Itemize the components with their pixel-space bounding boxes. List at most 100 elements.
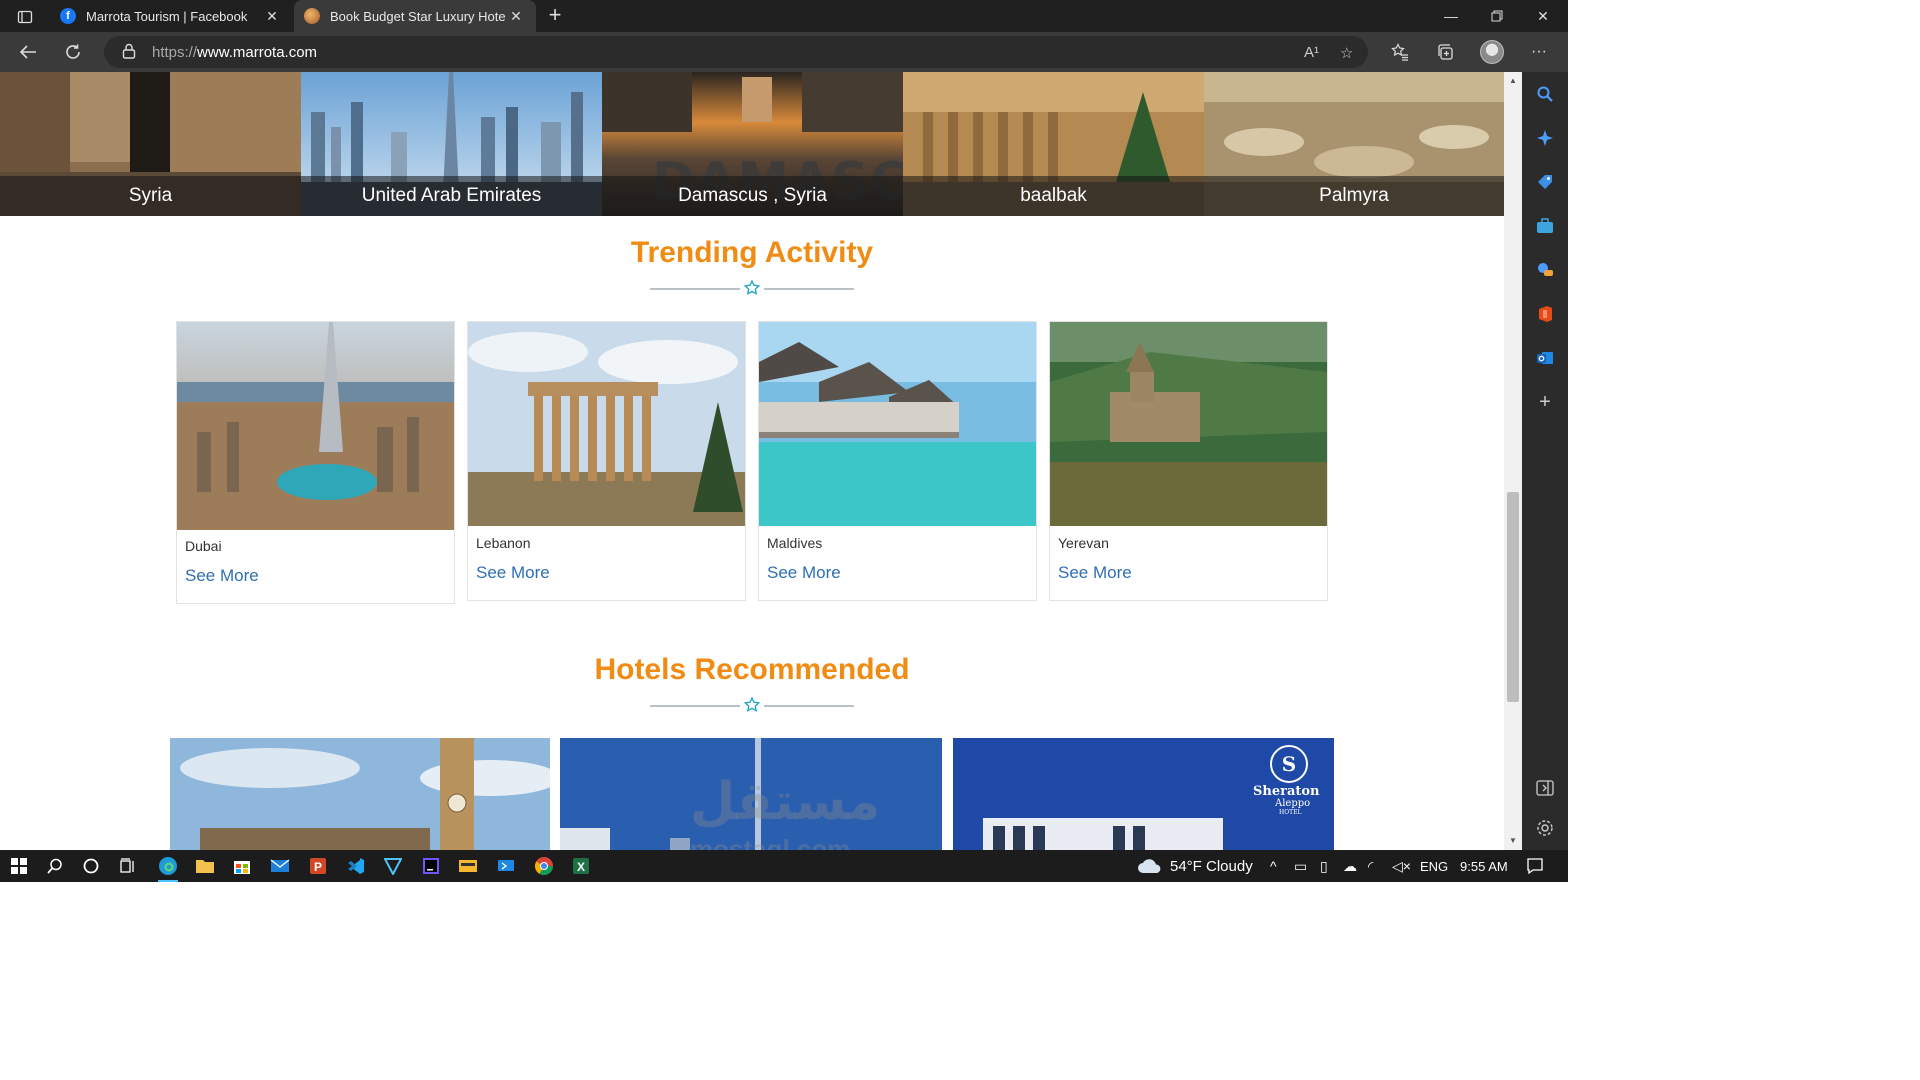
see-more-link[interactable]: See More (1058, 563, 1132, 583)
destination-tile[interactable]: Syria (0, 72, 301, 216)
svg-text:S: S (1282, 752, 1296, 776)
notifications-icon[interactable] (1523, 855, 1547, 877)
volume-muted-icon[interactable]: ◁× (1392, 858, 1411, 875)
card-place: Yerevan (1058, 535, 1109, 551)
clock-time[interactable]: 9:55 AM (1460, 859, 1508, 874)
search-icon[interactable] (1535, 84, 1555, 104)
tab-title: Book Budget Star Luxury Hotels, (330, 8, 506, 24)
vpn-icon[interactable] (381, 855, 405, 877)
onedrive-icon[interactable]: ☁ (1343, 858, 1357, 875)
url-protocol: https:// (152, 44, 198, 61)
activity-card[interactable]: Yerevan See More (1049, 321, 1328, 601)
wifi-icon[interactable]: ◜ (1368, 858, 1373, 875)
browser-toolbar: https://www.marrota.com A¹ ☆ ··· (0, 32, 1568, 72)
weather-cloud-icon[interactable] (1137, 857, 1163, 878)
destination-tile[interactable]: DAMASCUS Damascus , Syria (602, 72, 903, 216)
page-viewport: Syria United Arab Emirates DAMASCUS (0, 72, 1504, 850)
add-sidebar-app-icon[interactable]: + (1535, 391, 1555, 413)
remote-desktop-icon[interactable] (494, 855, 518, 877)
activity-card[interactable]: Lebanon See More (467, 321, 746, 601)
watermark-arabic: مستقل (690, 773, 881, 831)
profile-avatar-icon[interactable] (1479, 40, 1505, 64)
lock-icon[interactable] (122, 43, 136, 59)
page-scrollbar[interactable]: ▲ ▼ (1504, 72, 1522, 850)
see-more-link[interactable]: See More (476, 563, 550, 583)
star-icon (744, 697, 760, 712)
activity-card[interactable]: Maldives See More (758, 321, 1037, 601)
destination-label: Palmyra (1204, 176, 1504, 216)
read-aloud-icon[interactable]: A¹ (1304, 44, 1319, 61)
hide-sidebar-icon[interactable] (1535, 778, 1555, 798)
sheraton-logo-city: Aleppo (1275, 798, 1311, 809)
url-text: https://www.marrota.com (152, 44, 317, 61)
battery-icon[interactable]: ▭ (1294, 858, 1307, 875)
activity-card[interactable]: Dubai See More (176, 321, 455, 604)
destination-label: Syria (0, 176, 301, 216)
collections-icon[interactable] (1432, 40, 1458, 64)
edge-taskbar-icon[interactable] (156, 855, 180, 882)
vscode-icon[interactable] (344, 855, 368, 877)
destination-tile[interactable]: Palmyra (1204, 72, 1504, 216)
search-icon[interactable] (43, 855, 67, 877)
intellij-icon[interactable] (419, 855, 443, 877)
section-divider (650, 280, 854, 298)
add-favorite-icon[interactable]: ☆ (1340, 44, 1353, 62)
url-host: www.marrota.com (197, 44, 318, 61)
office-icon[interactable] (1535, 304, 1555, 324)
windows-start-icon[interactable] (7, 855, 31, 877)
tools-briefcase-icon[interactable] (1535, 216, 1555, 236)
store-icon[interactable] (230, 855, 254, 877)
destination-tile[interactable]: baalbak (903, 72, 1204, 216)
mail-icon[interactable] (268, 855, 292, 877)
weather-text[interactable]: 54°F Cloudy (1170, 858, 1253, 875)
favorites-icon[interactable] (1387, 40, 1413, 64)
windows-taskbar: P X 54°F Cloudy ^ ▭ ▯ ☁ ◜ ◁× ENG 9:55 AM (0, 850, 1568, 882)
restore-icon[interactable] (1474, 0, 1520, 32)
tab-marrota[interactable]: Book Budget Star Luxury Hotels, ✕ (294, 0, 536, 32)
device-icon[interactable]: ▯ (1320, 858, 1328, 875)
sticky-app-icon[interactable] (456, 855, 480, 877)
facebook-icon: f (60, 8, 76, 24)
input-language[interactable]: ENG (1420, 859, 1448, 874)
trending-activity-title: Trending Activity (630, 236, 874, 269)
new-tab-button[interactable]: + (543, 4, 567, 28)
tab-facebook[interactable]: f Marrota Tourism | Facebook ✕ (50, 0, 292, 32)
outlook-icon[interactable] (1535, 348, 1555, 368)
london-hotel-photo (170, 738, 550, 850)
settings-more-icon[interactable]: ··· (1526, 40, 1552, 64)
scroll-thumb[interactable] (1507, 492, 1519, 702)
star-icon (744, 280, 760, 295)
powerpoint-icon[interactable]: P (306, 855, 330, 877)
hotel-card[interactable]: S Sheraton Aleppo HOTEL (953, 738, 1334, 850)
minimize-icon[interactable]: — (1428, 0, 1474, 32)
excel-icon[interactable]: X (569, 855, 593, 877)
task-view-icon[interactable] (116, 855, 140, 877)
games-icon[interactable] (1535, 260, 1555, 280)
close-window-icon[interactable]: ✕ (1520, 0, 1566, 32)
tab-title: Marrota Tourism | Facebook (86, 8, 248, 24)
tab-actions-icon[interactable] (8, 6, 42, 28)
discover-icon[interactable] (1535, 128, 1555, 148)
browser-tab-strip: f Marrota Tourism | Facebook ✕ Book Budg… (0, 0, 1568, 32)
close-tab-icon[interactable]: ✕ (262, 8, 282, 25)
back-icon[interactable] (15, 40, 41, 64)
refresh-icon[interactable] (60, 40, 86, 64)
card-place: Dubai (185, 538, 222, 554)
close-tab-icon[interactable]: ✕ (506, 8, 526, 25)
see-more-link[interactable]: See More (767, 563, 841, 583)
sidebar-settings-icon[interactable] (1535, 818, 1555, 838)
svg-text:P: P (314, 860, 322, 874)
file-explorer-icon[interactable] (193, 855, 217, 877)
scroll-up-icon[interactable]: ▲ (1507, 76, 1519, 85)
scroll-down-icon[interactable]: ▼ (1507, 836, 1519, 845)
chrome-icon[interactable] (532, 855, 556, 877)
site-globe-icon (304, 8, 320, 24)
sheraton-logo-sub: HOTEL (1279, 809, 1302, 816)
shopping-tag-icon[interactable] (1535, 172, 1555, 192)
cortana-icon[interactable] (79, 855, 103, 877)
address-bar[interactable]: https://www.marrota.com A¹ ☆ (104, 36, 1368, 68)
show-hidden-icons-icon[interactable]: ^ (1270, 858, 1277, 874)
destination-tile[interactable]: United Arab Emirates (301, 72, 602, 216)
hotel-card[interactable] (170, 738, 550, 850)
see-more-link[interactable]: See More (185, 566, 259, 586)
